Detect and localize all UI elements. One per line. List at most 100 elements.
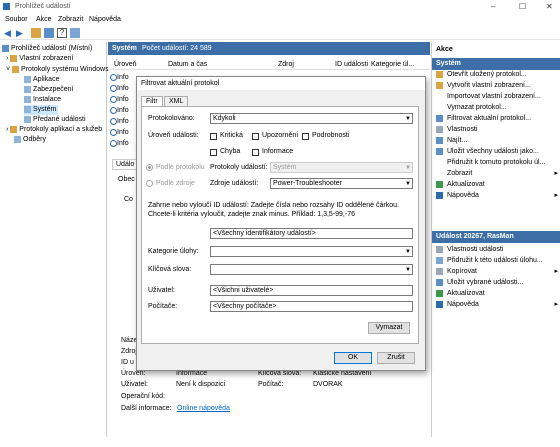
tree-item-windows-logs[interactable]: ˅ Protokoly systému Windows [6, 65, 109, 75]
maximize-button[interactable]: ☐ [519, 2, 526, 11]
event-tab[interactable]: Událo [112, 159, 139, 170]
menu-zobrazit[interactable]: Zobrazit [58, 16, 83, 23]
computer-input[interactable]: <Všechny počítače> [210, 301, 413, 312]
show-pane-icon[interactable] [44, 28, 54, 38]
folder-icon[interactable] [31, 28, 41, 38]
action-item[interactable]: Filtrovat aktuální protokol... [436, 114, 558, 124]
log-icon [24, 75, 31, 83]
column-level[interactable]: Úroveň [114, 61, 137, 68]
help-icon[interactable]: ? [57, 28, 67, 38]
forward-icon[interactable]: ▶ [16, 28, 26, 38]
logs-select[interactable]: Systém ▼ [270, 162, 413, 173]
ok-button[interactable]: OK [334, 352, 372, 364]
action-item[interactable]: Nápověda ▸ [436, 191, 558, 201]
chevron-right-icon[interactable]: › [6, 126, 8, 133]
list-item[interactable]: Info [110, 139, 129, 149]
tree-item-subscriptions[interactable]: Odběry [14, 135, 46, 145]
computer-label: Počítače: [148, 303, 178, 310]
tree-item-system[interactable]: Systém [24, 105, 59, 115]
action-item[interactable]: Najít... [436, 136, 558, 146]
action-item[interactable]: Aktualizovat [436, 180, 558, 190]
action-item-label: Vlastnosti [447, 126, 478, 133]
action-item-label: Aktualizovat [447, 290, 485, 297]
tree-item-custom-views[interactable]: › Vlastní zobrazení [6, 54, 73, 64]
action-item-label: Nápověda [447, 301, 479, 308]
cancel-button[interactable]: Zrušit [377, 352, 415, 364]
tree-item-label: Protokoly systému Windows [21, 66, 109, 73]
by-log-radio[interactable] [146, 164, 153, 171]
show-action-pane-icon[interactable] [70, 28, 80, 38]
critical-checkbox[interactable] [210, 133, 217, 140]
task-category-select[interactable]: ▼ [210, 246, 413, 257]
back-icon[interactable]: ◀ [4, 28, 14, 38]
help-icon [436, 191, 443, 199]
action-item[interactable]: Uložit všechny události jako... [436, 147, 558, 157]
list-item[interactable]: Info [110, 117, 129, 127]
action-item[interactable]: Aktualizovat [436, 289, 558, 299]
tree-item-setup[interactable]: Instalace [24, 95, 61, 105]
log-header: Systém Počet událostí: 24 589 [108, 42, 430, 55]
tree-root[interactable]: Prohlížeč událostí (Místní) [2, 44, 92, 54]
information-checkbox[interactable] [252, 149, 259, 156]
tree-item-application[interactable]: Aplikace [24, 75, 59, 85]
action-item[interactable]: Vytvořit vlastní zobrazení... [436, 81, 558, 91]
sources-select[interactable]: Power-Troubleshooter ▼ [270, 178, 413, 189]
list-item[interactable]: Info [110, 73, 129, 83]
user-input[interactable]: <Všichni uživatelé> [210, 285, 413, 296]
action-item[interactable]: Importovat vlastní zobrazení... [436, 92, 558, 102]
action-item[interactable]: Kopírovat ▸ [436, 267, 558, 277]
actions-section-system[interactable]: Systém [432, 58, 560, 70]
list-item[interactable]: Info [110, 128, 129, 138]
list-item[interactable]: Info [110, 106, 129, 116]
column-source[interactable]: Zdroj [278, 61, 294, 68]
filter-icon [436, 114, 443, 122]
minimize-button[interactable]: – [491, 2, 495, 11]
error-checkbox[interactable] [210, 149, 217, 156]
menu-napoveda[interactable]: Nápověda [89, 16, 121, 23]
action-item[interactable]: Otevřít uložený protokol... [436, 70, 558, 80]
action-item[interactable]: Zobrazit ▸ [436, 169, 558, 179]
warning-checkbox[interactable] [252, 133, 259, 140]
close-button[interactable]: ✕ [546, 2, 553, 11]
verbose-checkbox[interactable] [302, 133, 309, 140]
chevron-down-icon: ▼ [405, 116, 411, 122]
save-icon [436, 278, 443, 286]
online-help-link[interactable]: Online nápověda [177, 405, 230, 412]
action-item-label: Aktualizovat [447, 181, 485, 188]
actions-section-event[interactable]: Událost 20267, RasMan [432, 231, 560, 243]
action-item[interactable]: Nápověda ▸ [436, 300, 558, 310]
event-ids-input[interactable]: <Všechny identifikátory událostí> [210, 228, 413, 239]
menu-soubor[interactable]: Soubor [5, 16, 28, 23]
menu-bar: Soubor Akce Zobrazit Nápověda [0, 14, 560, 26]
general-subtab[interactable]: Obec [118, 176, 135, 183]
action-item[interactable]: Vlastnosti [436, 125, 558, 135]
logged-select[interactable]: Kdykoli ▼ [210, 113, 413, 124]
column-task-category[interactable]: Kategorie úl... [371, 61, 414, 68]
list-item[interactable]: Info [110, 84, 129, 94]
detail-more-info-label: Další informace: [121, 405, 172, 412]
list-item[interactable]: Info [110, 95, 129, 105]
keywords-select[interactable]: ▼ [210, 264, 413, 275]
tree-item-label: Systém [33, 106, 57, 113]
chevron-down-icon[interactable]: ˅ [6, 66, 10, 73]
by-source-radio[interactable] [146, 180, 153, 187]
action-item[interactable]: Přidružit k této události úlohu... [436, 256, 558, 266]
column-datetime[interactable]: Datum a čas [168, 61, 207, 68]
menu-akce[interactable]: Akce [36, 16, 52, 23]
action-item[interactable]: Uložit vybrané události... [436, 278, 558, 288]
column-event-id[interactable]: ID události [335, 61, 368, 68]
detail-keywords-label: Klíčová slova: [258, 370, 302, 377]
tree-item-security[interactable]: Zabezpečení [24, 85, 73, 95]
logged-value: Kdykoli [213, 115, 236, 122]
tree-item-app-service-logs[interactable]: › Protokoly aplikací a služeb [6, 125, 102, 135]
submenu-arrow-icon: ▸ [554, 268, 558, 275]
sources-label: Zdroje událostí: [210, 180, 259, 187]
blank-icon [436, 170, 443, 177]
clear-button[interactable]: Vymazat [368, 322, 410, 334]
action-item[interactable]: Vlastnosti události [436, 245, 558, 255]
row-level: Info [117, 85, 129, 92]
action-item[interactable]: Přidružit k tomuto protokolu úl... [436, 158, 558, 168]
tree-item-forwarded-events[interactable]: Předané události [24, 115, 86, 125]
action-item[interactable]: Vymazat protokol... [436, 103, 558, 113]
chevron-right-icon[interactable]: › [6, 55, 8, 62]
